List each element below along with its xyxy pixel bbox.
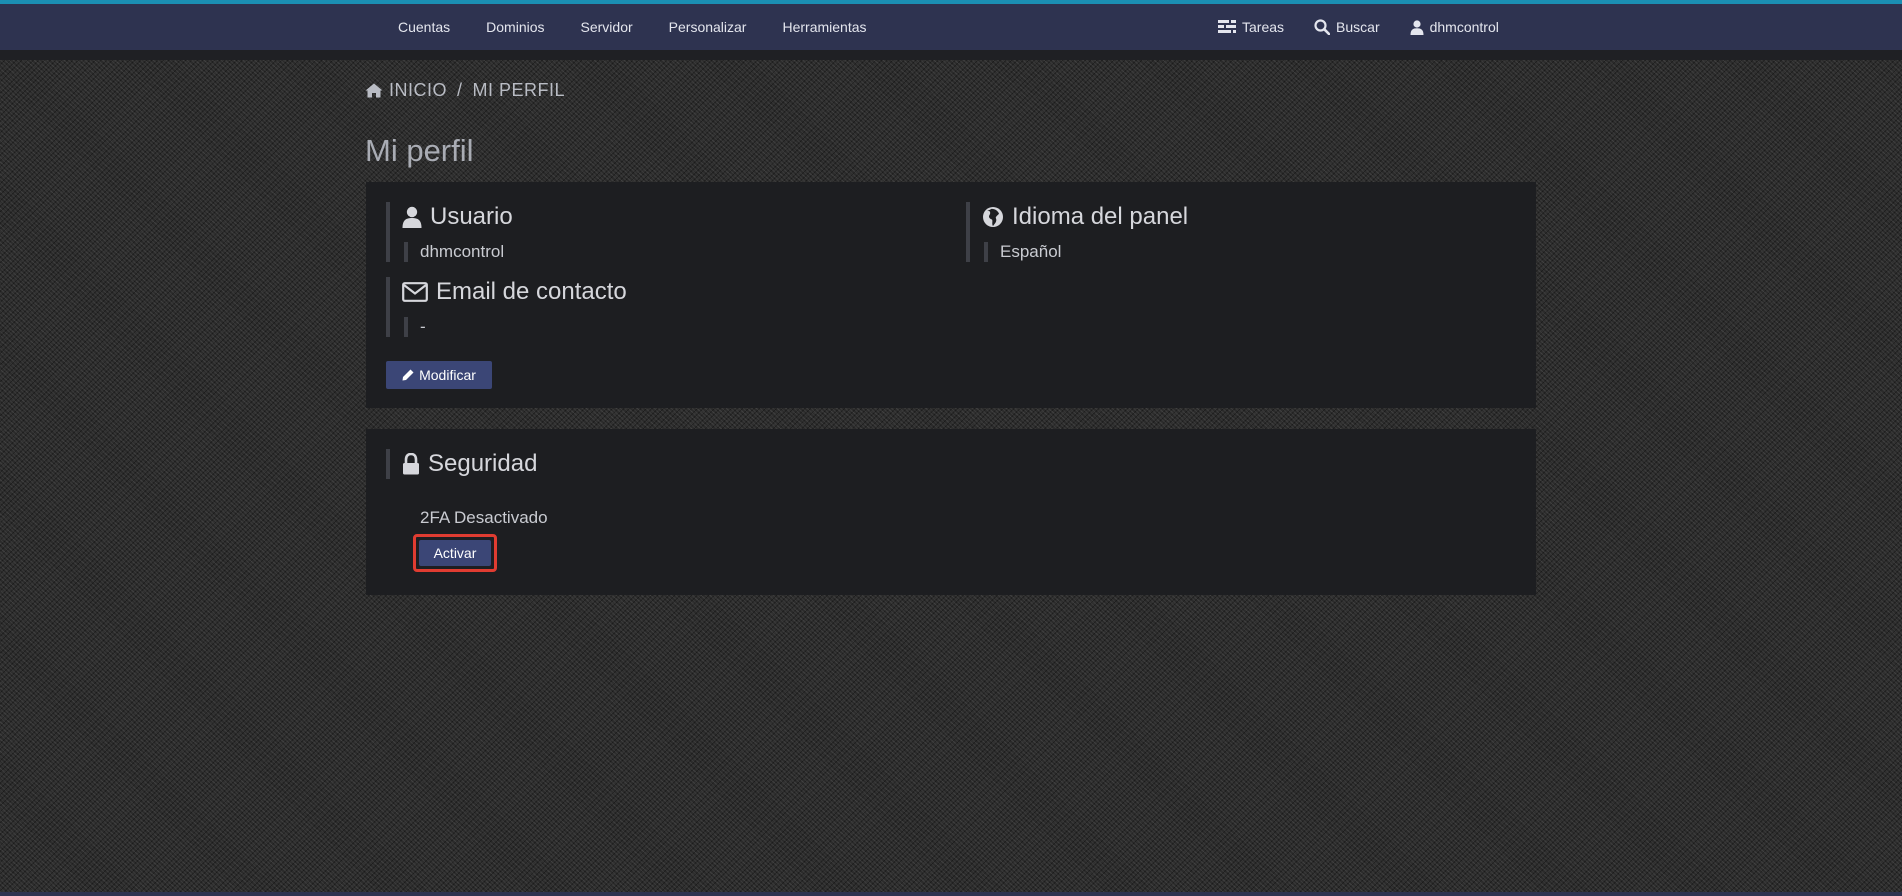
globe-icon (983, 207, 1003, 227)
nav-item-herramientas[interactable]: Herramientas (764, 17, 884, 37)
main-nav: Cuentas Dominios Servidor Personalizar H… (380, 17, 885, 37)
email-heading-label: Email de contacto (436, 278, 627, 305)
nav-item-personalizar[interactable]: Personalizar (651, 17, 765, 37)
home-icon (365, 83, 383, 98)
email-field: Email de contacto - (386, 277, 627, 337)
profile-panel: Usuario dhmcontrol Email de contacto - I… (366, 182, 1536, 408)
breadcrumb-current: MI PERFIL (472, 80, 566, 100)
nav-item-dominios[interactable]: Dominios (468, 17, 562, 37)
nav-item-cuentas[interactable]: Cuentas (380, 17, 468, 37)
navbar-shadow (0, 50, 1902, 60)
modify-button-label: Modificar (419, 367, 476, 383)
language-field: Idioma del panel Español (966, 202, 1188, 262)
breadcrumb: INICIO / MI PERFIL (365, 80, 565, 101)
pencil-icon (402, 369, 414, 381)
email-value: - (404, 317, 627, 337)
breadcrumb-home-label: INICIO (389, 80, 448, 100)
tasks-label: Tareas (1242, 19, 1285, 35)
user-field: Usuario dhmcontrol (386, 202, 513, 262)
email-heading: Email de contacto (390, 277, 627, 307)
security-panel: Seguridad 2FA Desactivado Activar (366, 429, 1536, 595)
envelope-icon (402, 282, 428, 302)
user-menu[interactable]: dhmcontrol (1410, 17, 1499, 37)
security-field: Seguridad (386, 449, 537, 479)
user-heading-label: Usuario (430, 203, 513, 230)
language-heading: Idioma del panel (970, 202, 1188, 232)
search-link[interactable]: Buscar (1314, 17, 1380, 37)
nav-item-servidor[interactable]: Servidor (563, 17, 651, 37)
search-label: Buscar (1336, 19, 1380, 35)
top-navbar: Cuentas Dominios Servidor Personalizar H… (0, 0, 1902, 50)
user-heading: Usuario (390, 202, 513, 232)
language-value: Español (984, 242, 1188, 262)
search-icon (1314, 19, 1331, 35)
activate-highlight: Activar (413, 534, 497, 572)
lock-icon (403, 453, 419, 475)
bottom-border (0, 892, 1902, 896)
breadcrumb-home[interactable]: INICIO (365, 80, 447, 101)
user-icon (402, 206, 422, 228)
user-icon (1410, 19, 1424, 35)
activate-2fa-button[interactable]: Activar (419, 540, 491, 566)
language-heading-label: Idioma del panel (1012, 203, 1189, 230)
user-label: dhmcontrol (1429, 19, 1499, 35)
user-value: dhmcontrol (404, 242, 513, 262)
modify-button[interactable]: Modificar (386, 361, 492, 389)
security-heading: Seguridad (390, 449, 537, 479)
user-nav: Tareas Buscar dhmcontrol (1218, 17, 1529, 37)
2fa-status: 2FA Desactivado (420, 508, 548, 527)
security-heading-label: Seguridad (428, 450, 538, 477)
breadcrumb-separator: / (457, 80, 463, 100)
page-title: Mi perfil (365, 133, 474, 168)
tasks-link[interactable]: Tareas (1218, 17, 1284, 37)
tasks-icon (1218, 20, 1236, 33)
